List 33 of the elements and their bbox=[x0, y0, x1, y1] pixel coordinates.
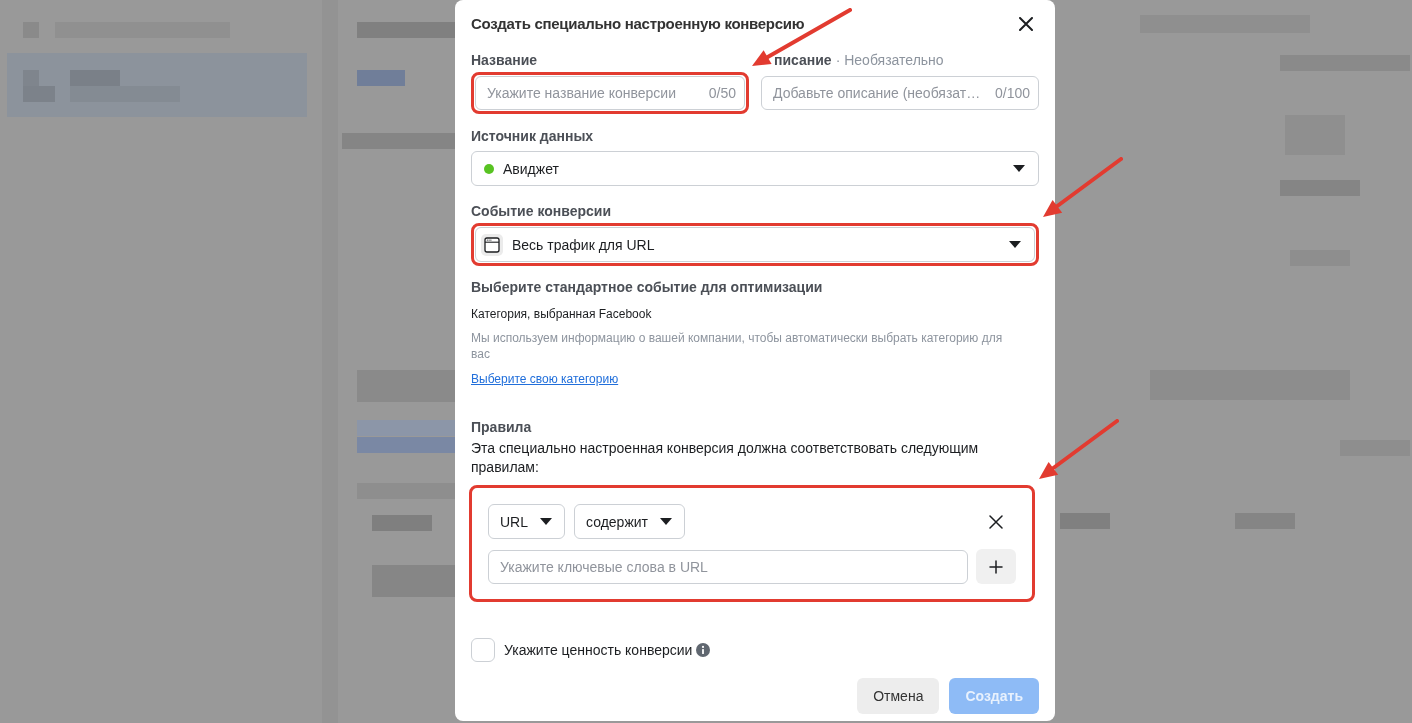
caret-icon bbox=[660, 518, 672, 525]
caret-icon bbox=[540, 518, 552, 525]
field-label: писание bbox=[774, 51, 832, 69]
character-counter: 0/100 bbox=[994, 84, 1030, 102]
optional-note: · Необязательно bbox=[835, 51, 944, 69]
cancel-button[interactable]: Отмена bbox=[857, 678, 940, 714]
info-icon bbox=[696, 643, 711, 657]
close-icon[interactable] bbox=[989, 514, 1003, 529]
caret-icon bbox=[1013, 165, 1025, 172]
hint-text: Мы используем информацию о вашей компании, чтобы автоматически выбрать категорию для вас bbox=[471, 330, 1004, 362]
rules-description: Эта специально настроенная конверсия должна соответствовать следующим правилам: bbox=[471, 439, 980, 477]
caret-icon bbox=[1009, 241, 1021, 248]
keyword-input-field[interactable]: Укажите ключевые слова в URL bbox=[488, 549, 968, 584]
choose-category-link[interactable]: Выберите свою категорию bbox=[471, 371, 619, 387]
status-dot-icon bbox=[484, 163, 494, 174]
data-source-select[interactable]: Авиджет bbox=[471, 151, 1039, 186]
character-counter: 0/50 bbox=[708, 84, 736, 102]
field-dropdown[interactable]: URL bbox=[488, 504, 565, 539]
section-heading: Правила bbox=[471, 418, 532, 436]
browser-window-icon bbox=[481, 233, 503, 256]
category-text: Категория, выбранная Facebook bbox=[471, 306, 652, 322]
checkbox[interactable] bbox=[471, 638, 495, 662]
close-icon[interactable] bbox=[1019, 17, 1033, 31]
conversion-event-select[interactable]: Весь трафик для URL bbox=[475, 227, 1035, 262]
dialog-title: Создать специально настроенную конверсию bbox=[471, 14, 805, 34]
checkbox-label: Укажите ценность конверсии bbox=[504, 641, 693, 659]
field-label: Название bbox=[471, 51, 538, 69]
section-heading: Выберите стандартное событие для оптимизации bbox=[471, 278, 823, 296]
field-label: Источник данных bbox=[471, 127, 594, 145]
add-button[interactable] bbox=[976, 549, 1016, 584]
operator-dropdown[interactable]: содержит bbox=[574, 504, 685, 539]
plus-icon bbox=[989, 559, 1003, 574]
field-label: Событие конверсии bbox=[471, 202, 611, 220]
